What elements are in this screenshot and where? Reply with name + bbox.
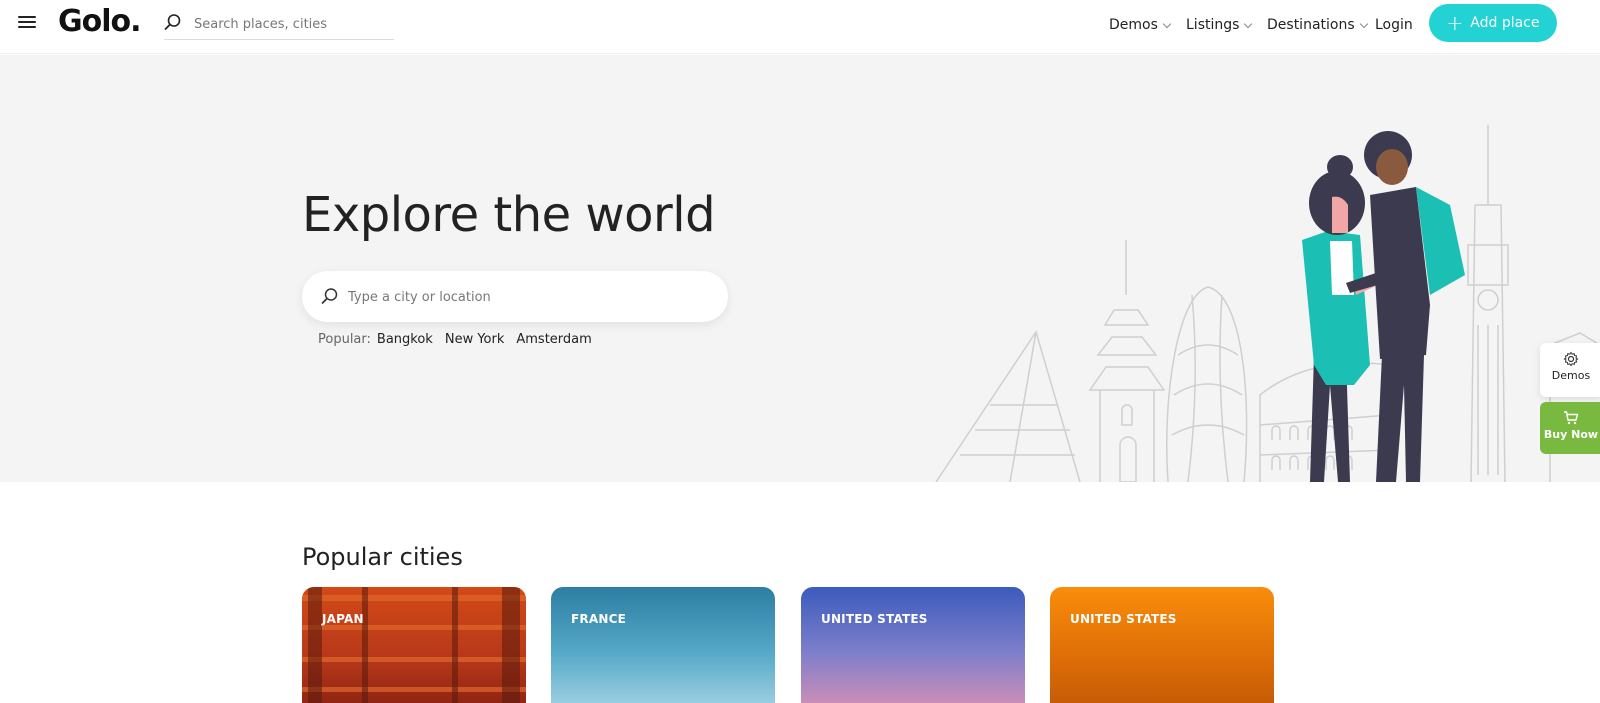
nav-destinations-label: Destinations (1267, 17, 1355, 33)
buy-now-label: Buy Now (1543, 428, 1599, 441)
chevron-down-icon (1162, 19, 1172, 28)
search-icon (321, 288, 338, 304)
nav-destinations[interactable]: Destinations (1267, 14, 1368, 36)
add-place-button[interactable]: + Add place (1429, 4, 1557, 42)
city-card[interactable]: FRANCE (551, 587, 775, 703)
city-card-country: UNITED STATES (1070, 612, 1177, 626)
popular-searches: Popular: Bangkok New York Amsterdam (318, 332, 604, 347)
city-card-country: UNITED STATES (821, 612, 928, 626)
nav-listings[interactable]: Listings (1186, 14, 1253, 36)
header-search (164, 10, 394, 40)
site-header: Golo. Demos Listings Destinations Login … (0, 0, 1600, 54)
hero-title: Explore the world (302, 187, 716, 243)
popular-link-amsterdam[interactable]: Amsterdam (516, 332, 591, 347)
cart-icon (1564, 411, 1579, 425)
header-search-input[interactable] (194, 14, 389, 34)
city-card-country: FRANCE (571, 612, 626, 626)
search-icon (164, 14, 181, 30)
hamburger-menu-icon[interactable] (18, 13, 38, 33)
chevron-down-icon (1359, 19, 1368, 28)
city-card[interactable]: JAPAN (302, 587, 526, 703)
buy-now-button[interactable]: Buy Now (1540, 402, 1600, 454)
add-place-label: Add place (1470, 15, 1540, 31)
popular-link-new-york[interactable]: New York (445, 332, 505, 347)
site-logo[interactable]: Golo. (58, 4, 142, 39)
nav-demos-label: Demos (1109, 17, 1158, 33)
chevron-down-icon (1244, 19, 1253, 28)
plus-icon: + (1446, 11, 1464, 35)
hero-search-input[interactable] (348, 286, 708, 308)
hero-section: Explore the world Popular: Bangkok New Y… (0, 55, 1600, 482)
japan-torii-image (302, 587, 526, 703)
side-demos-button[interactable]: Demos (1540, 343, 1600, 397)
popular-cities-title: Popular cities (302, 543, 463, 571)
nav-demos[interactable]: Demos (1109, 14, 1172, 36)
city-card[interactable]: UNITED STATES (1050, 587, 1274, 703)
side-demos-label: Demos (1551, 369, 1591, 382)
login-link[interactable]: Login (1375, 14, 1413, 36)
nav-listings-label: Listings (1186, 17, 1240, 33)
popular-link-bangkok[interactable]: Bangkok (377, 332, 433, 347)
popular-label: Popular: (318, 332, 371, 347)
travelers-landmarks-illustration (935, 125, 1600, 482)
hero-search-box (302, 271, 728, 322)
gear-icon (1563, 351, 1579, 367)
city-card[interactable]: UNITED STATES (801, 587, 1025, 703)
city-card-country: JAPAN (322, 612, 364, 626)
